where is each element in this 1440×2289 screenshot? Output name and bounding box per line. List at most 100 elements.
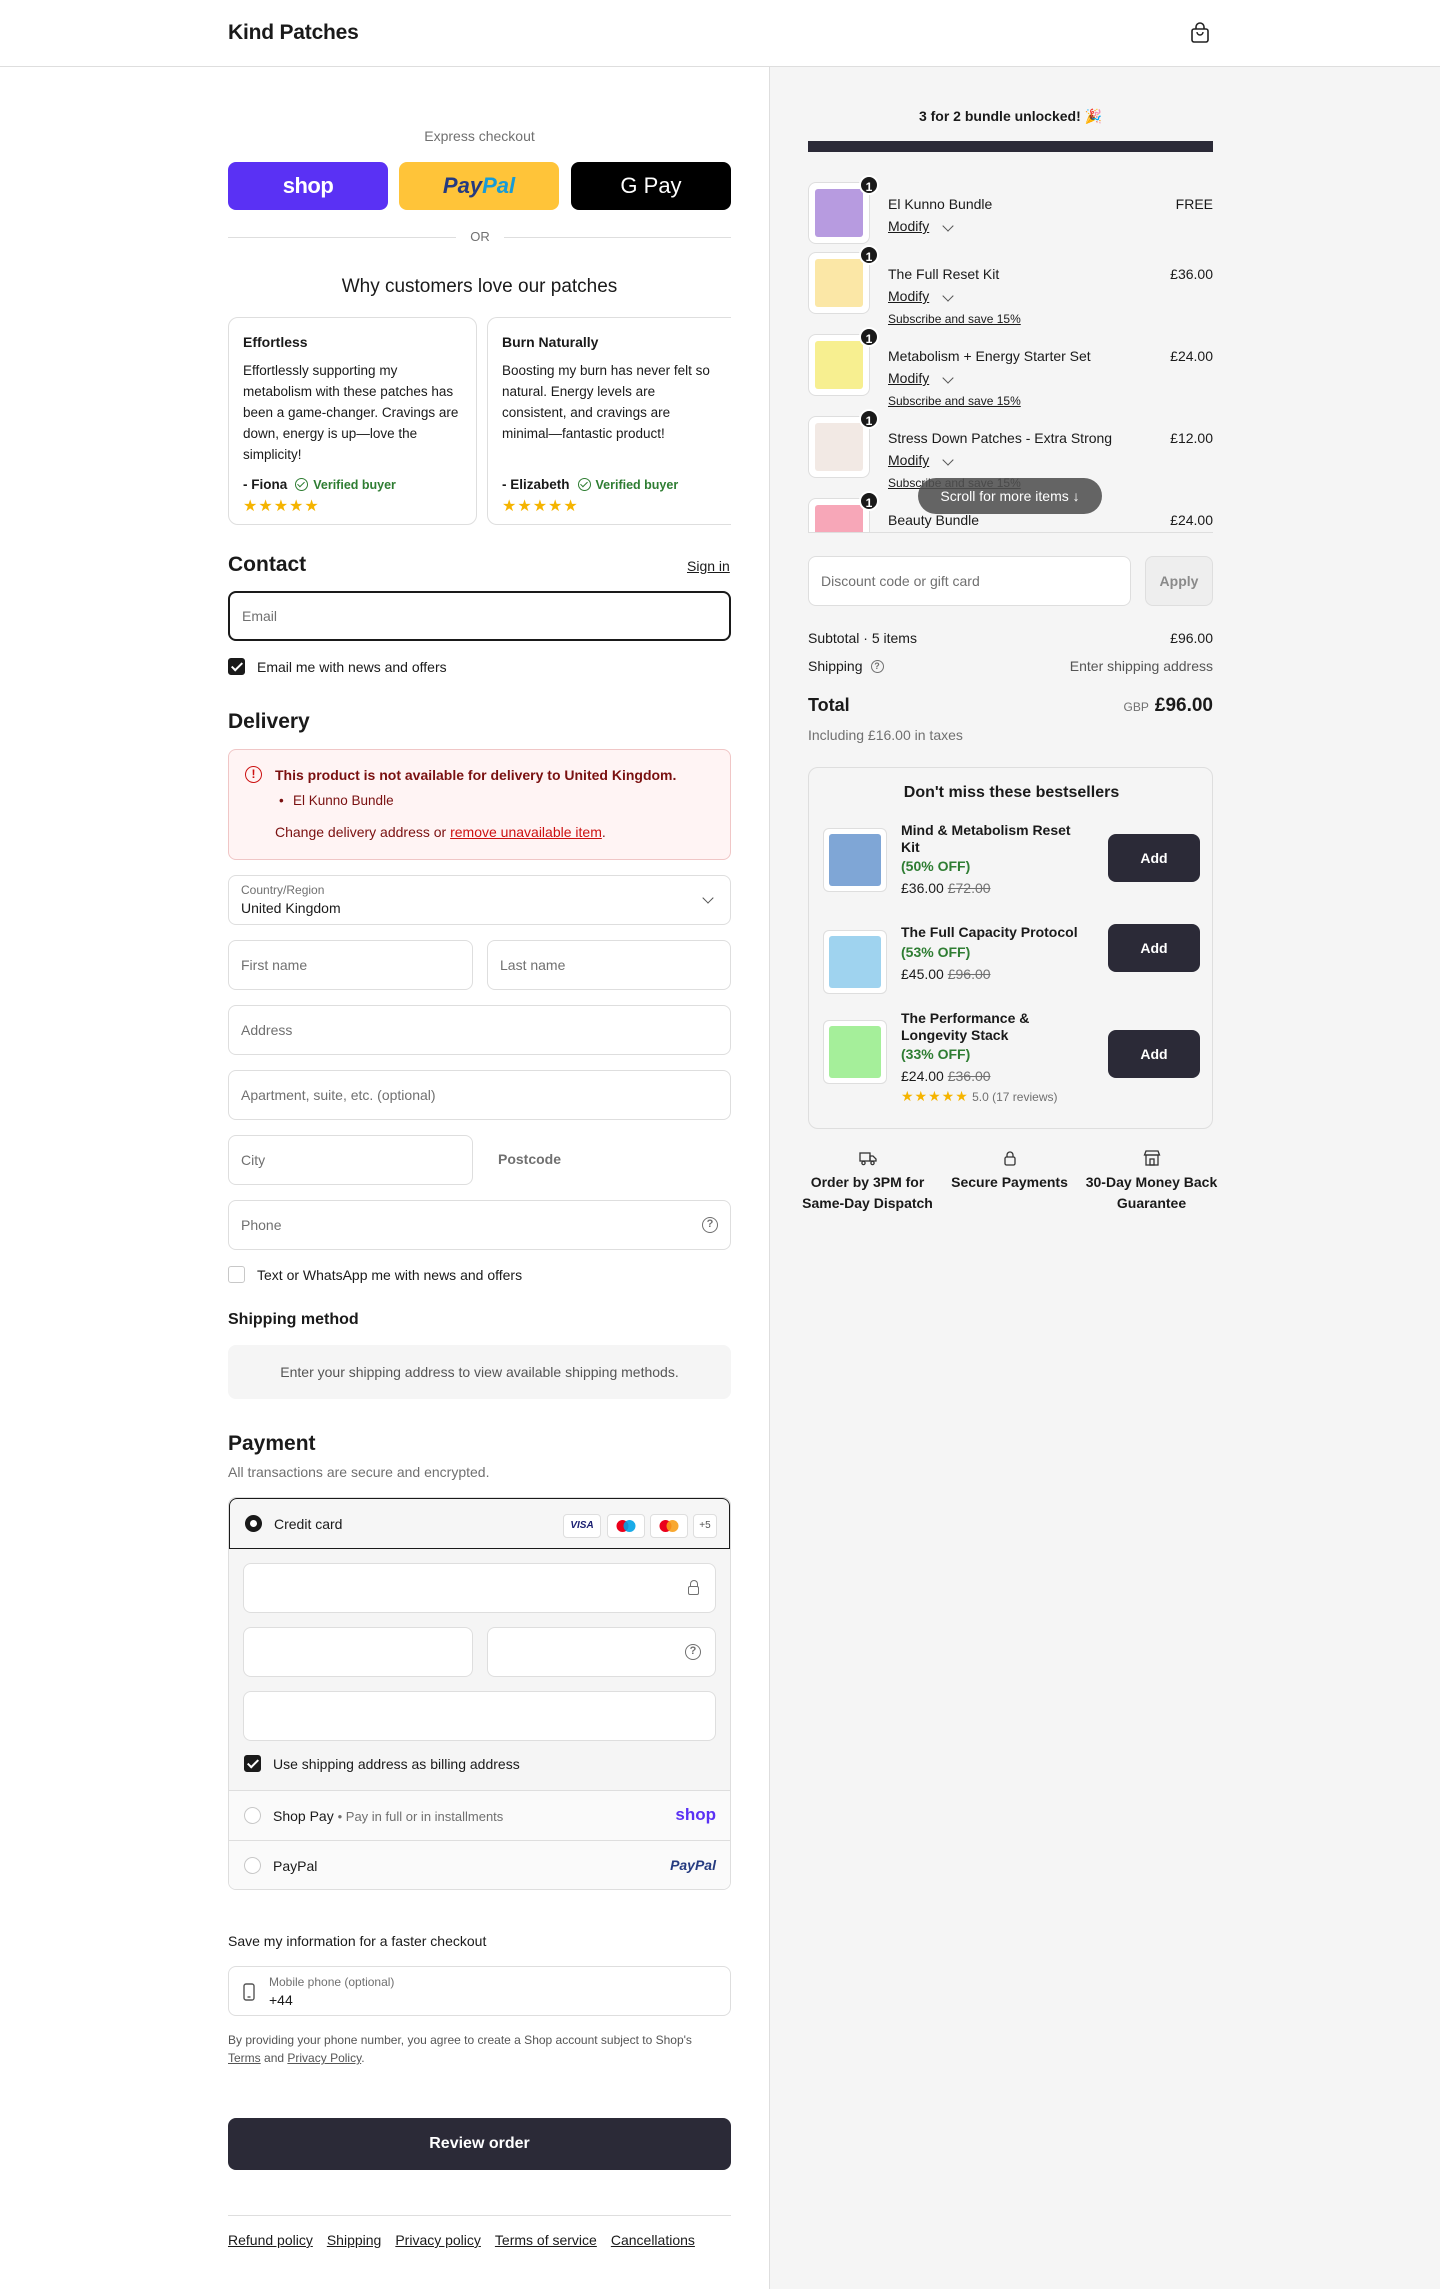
billing-checkbox[interactable] [244,1755,261,1772]
trust-badge: Secure Payments [942,1150,1077,1193]
help-icon[interactable]: ? [702,1217,718,1233]
review-text: Boosting my burn has never felt so natur… [502,363,710,441]
help-icon[interactable]: ? [870,659,884,673]
name-on-card-input[interactable] [243,1691,716,1741]
paypal-button[interactable]: Pay Pal [399,162,559,210]
error-item: El Kunno Bundle [279,793,394,808]
shop-pay-button[interactable]: shop [228,162,388,210]
item-name: The Full Reset Kit [888,266,1000,282]
paypal-logo: PayPal [670,1857,716,1873]
add-bestseller-button[interactable]: Add [1108,1030,1200,1078]
expiry-input[interactable] [243,1627,473,1677]
chevron-down-icon [942,220,954,232]
trust-badge: Order by 3PM for Same-Day Dispatch [800,1150,935,1214]
cancellations-link[interactable]: Cancellations [611,2232,695,2248]
scroll-hint-pill[interactable]: Scroll for more items ↓ [918,478,1102,514]
modify-button[interactable]: Modify [888,218,954,234]
subscribe-link[interactable]: Subscribe and save 15% [888,312,1021,326]
security-code-input[interactable]: ? [487,1627,716,1677]
bestseller-rating: ★★★★★ 5.0 (17 reviews) [901,1088,1057,1105]
country-select[interactable]: Country/Region United Kingdom [228,875,731,925]
shop-pay-option[interactable]: Shop Pay • Pay in full or in installment… [229,1790,730,1840]
city-input[interactable]: City [228,1135,473,1185]
review-text: Effortlessly supporting my metabolism wi… [243,363,459,462]
paypal-radio[interactable] [244,1857,261,1874]
check-circle-icon [577,478,591,491]
arrow-down-icon: ↓ [1072,488,1080,504]
review-author: - Fiona [243,477,288,492]
modify-button[interactable]: Modify [888,370,954,386]
payment-subtitle: All transactions are secure and encrypte… [228,1464,490,1480]
shopping-bag-icon[interactable] [1190,22,1210,44]
item-price: £24.00 [1170,348,1213,364]
terms-of-service-link[interactable]: Terms of service [495,2232,597,2248]
email-input[interactable]: Email [228,591,731,641]
shipping-link[interactable]: Shipping [327,2232,382,2248]
shop-pay-radio[interactable] [244,1807,261,1824]
card-number-input[interactable] [243,1563,716,1613]
sign-in-link[interactable]: Sign in [687,558,730,574]
postcode-input[interactable]: Postcode [498,1151,561,1167]
apartment-input[interactable]: Apartment, suite, etc. (optional) [228,1070,731,1120]
news-checkbox[interactable] [228,658,245,675]
currency-code: GBP [1123,700,1149,714]
refund-policy-link[interactable]: Refund policy [228,2232,313,2248]
mobile-phone-input[interactable]: Mobile phone (optional) +44 [228,1966,731,2016]
item-price: £12.00 [1170,430,1213,446]
error-message: Change delivery address or remove unavai… [275,824,606,840]
verified-badge: Verified buyer [577,478,678,492]
discount-code-input[interactable]: Discount code or gift card [808,556,1131,606]
check-circle-icon [295,478,309,491]
shipping-value: Enter shipping address [1069,658,1213,674]
trust-text: 30-Day Money Back Guarantee [1085,1174,1218,1211]
add-bestseller-button[interactable]: Add [1108,834,1200,882]
last-name-input[interactable]: Last name [487,940,731,990]
credit-card-radio[interactable] [245,1515,262,1532]
truck-icon [858,1152,877,1166]
item-name: Stress Down Patches - Extra Strong [888,430,1113,446]
shop-pay-label: Shop Pay • Pay in full or in installment… [273,1808,504,1824]
news-checkbox-label: Email me with news and offers [257,658,447,675]
sms-checkbox-row[interactable]: Text or WhatsApp me with news and offers [228,1266,522,1283]
review-author-row: - Fiona Verified buyer [243,477,396,492]
phone-placeholder: Phone [241,1217,282,1233]
contact-title: Contact [228,553,307,576]
product-thumbnail [823,828,887,892]
google-pay-button[interactable]: G Pay [571,162,731,210]
help-icon[interactable]: ? [685,1644,701,1660]
review-order-button[interactable]: Review order [228,2118,731,2170]
privacy-policy-link[interactable]: Privacy policy [395,2232,481,2248]
chevron-down-icon [942,290,954,302]
first-name-input[interactable]: First name [228,940,473,990]
paypal-logo-a: Pay [442,173,483,198]
bestseller-current-price: £45.00 [901,966,944,982]
sms-checkbox[interactable] [228,1266,245,1283]
billing-checkbox-row[interactable]: Use shipping address as billing address [244,1755,520,1772]
add-bestseller-button[interactable]: Add [1108,924,1200,972]
paypal-option[interactable]: PayPal PayPal [229,1840,730,1889]
bundle-banner: 3 for 2 bundle unlocked! 🎉 [918,108,1103,124]
brand-logo[interactable]: Kind Patches [228,21,359,45]
modify-label: Modify [888,218,930,234]
shop-pay-title: Shop Pay [273,1808,334,1824]
modify-button[interactable]: Modify [888,452,954,468]
star-rating: ★★★★★ [502,498,579,515]
apply-discount-button[interactable]: Apply [1145,556,1213,606]
subtotal-label: Subtotal · 5 items [808,630,917,646]
privacy-link[interactable]: Privacy Policy [287,2051,361,2065]
payment-title: Payment [228,1432,316,1455]
total-value: £96.00 [1154,695,1213,716]
subscribe-link[interactable]: Subscribe and save 15% [888,394,1021,408]
phone-input[interactable]: Phone ? [228,1200,731,1250]
credit-card-option[interactable]: Credit card VISA +5 [229,1498,730,1549]
modify-button[interactable]: Modify [888,288,954,304]
quantity-badge: 1 [859,327,879,347]
address-input[interactable]: Address [228,1005,731,1055]
news-checkbox-row[interactable]: Email me with news and offers [228,658,447,675]
shipping-label-wrap: Shipping? [808,658,884,674]
remove-unavailable-link[interactable]: remove unavailable item [450,824,602,840]
total-row: Total GBP £96.00 [808,695,1213,717]
bestseller-current-price: £24.00 [901,1068,944,1084]
terms-link[interactable]: Terms [228,2051,261,2065]
total-label: Total [808,695,850,715]
